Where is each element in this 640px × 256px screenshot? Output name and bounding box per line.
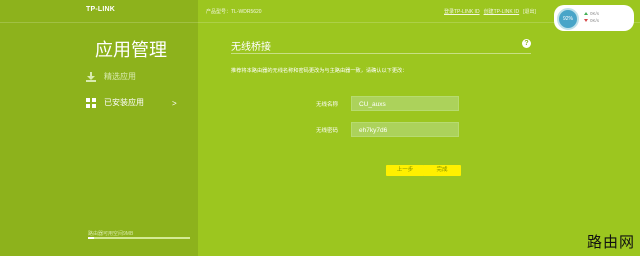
sidebar-item-label: 已安装应用 [104, 98, 144, 107]
storage-bar-fill [88, 237, 95, 239]
password-input[interactable]: eh7ky7d6 [351, 122, 459, 137]
upload-speed: 0K/s [590, 11, 600, 16]
usage-gauge: 92% [557, 8, 579, 30]
sidebar-item-featured-apps[interactable]: 精选应用 [86, 71, 136, 82]
download-speed: 0K/s [590, 18, 600, 23]
bridge-instruction: 推荐将本路由器的无线名称和密码更改为与主路由器一致，请确认以下更改： [231, 68, 408, 74]
top-divider [0, 22, 640, 23]
help-icon[interactable]: ? [522, 39, 531, 48]
tplink-logo: TP-LINK [86, 6, 116, 13]
password-label: 无线密码 [316, 128, 339, 134]
account-links: 登录TP-LINK ID 创建TP-LINK ID [退出] [444, 8, 536, 15]
section-divider [231, 53, 531, 54]
product-model: 产品型号：TL-WDR5620 [206, 9, 262, 15]
ssid-label: 无线名称 [316, 102, 339, 108]
chevron-right-icon: > [172, 99, 177, 108]
ssid-input[interactable]: CU_auxs [351, 96, 459, 111]
page-title: 应用管理 [95, 40, 167, 60]
upload-arrow-icon [584, 12, 588, 15]
speed-readout: 0K/s 0K/s [584, 10, 599, 24]
download-icon [86, 71, 96, 82]
sidebar-item-installed-apps[interactable]: 已安装应用 [86, 97, 144, 108]
watermark: 路由网 [586, 234, 635, 251]
storage-status: 路由器可用空间9MB [88, 231, 134, 237]
section-title: 无线桥接 [231, 42, 271, 53]
login-tplink-id-link[interactable]: 登录TP-LINK ID [444, 8, 480, 15]
apps-grid-icon [86, 97, 96, 108]
previous-step-button[interactable]: 上一步 [386, 165, 424, 176]
logout-link[interactable]: [退出] [523, 8, 536, 15]
download-arrow-icon [584, 19, 588, 22]
storage-bar [88, 237, 190, 239]
sidebar-item-label: 精选应用 [104, 72, 136, 81]
finish-button[interactable]: 完成 [423, 165, 461, 176]
create-tplink-id-link[interactable]: 创建TP-LINK ID [484, 8, 520, 15]
network-status-widget[interactable]: 92% 0K/s 0K/s [554, 5, 634, 31]
